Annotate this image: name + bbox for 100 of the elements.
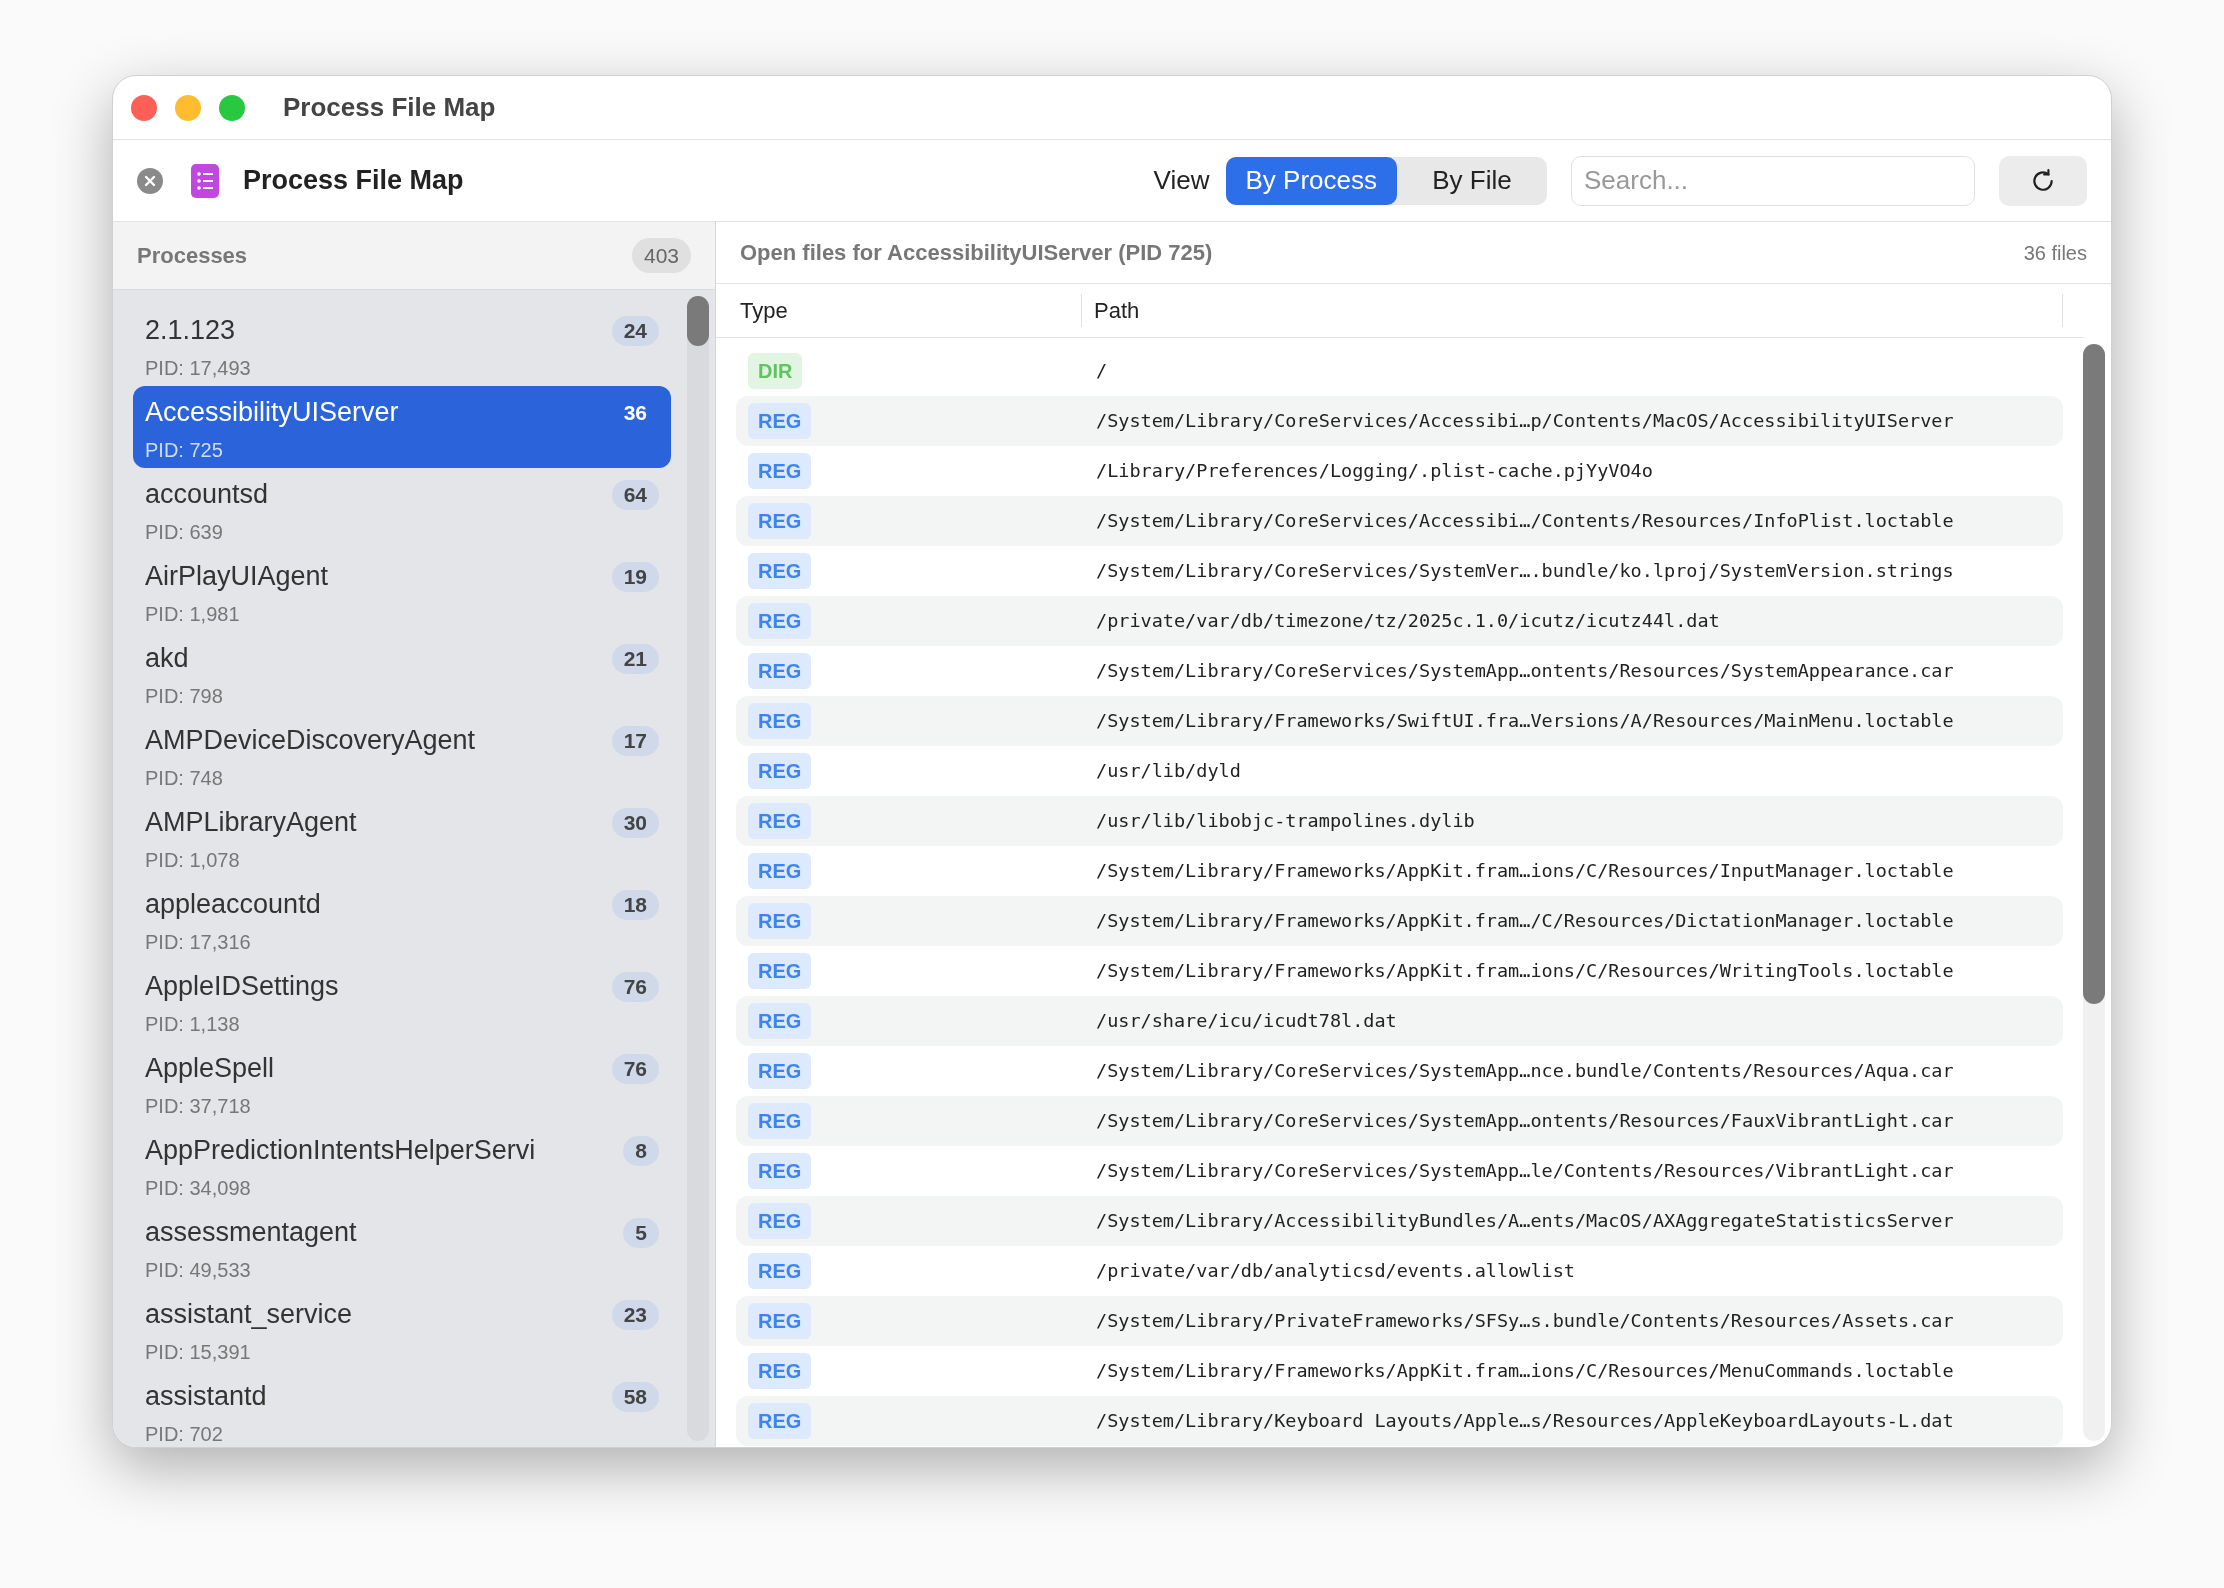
- process-pid: PID: 798: [145, 683, 224, 709]
- view-option[interactable]: By File: [1397, 156, 1547, 205]
- refresh-button[interactable]: [1999, 155, 2087, 206]
- search-field[interactable]: Search...: [1571, 155, 1975, 206]
- process-item[interactable]: 2.1.123 PID: 17,493 24: [133, 304, 671, 386]
- process-name: AMPDeviceDiscoveryAgent: [145, 724, 477, 757]
- file-row[interactable]: REG /System/Library/Frameworks/SwiftUI.fra…Versions/A/Resources/MainMenu.loctable: [736, 696, 2063, 746]
- file-row[interactable]: REG /System/Library/CoreServices/SystemApp…le/Contents/Resources/VibrantLight.car: [736, 1146, 2063, 1196]
- file-count: 76: [611, 1054, 659, 1084]
- file-row[interactable]: REG /System/Library/CoreServices/Accessibi…p/Contents/MacOS/AccessibilityUIServer: [736, 396, 2063, 446]
- type-badge: REG: [748, 1353, 812, 1389]
- process-pid: PID: 748: [145, 765, 224, 791]
- type-badge: REG: [748, 1103, 812, 1139]
- minimize-window-button[interactable]: [175, 94, 201, 121]
- file-count: 76: [611, 972, 659, 1002]
- column-header: Path: [1082, 294, 2063, 327]
- close-window-button[interactable]: [131, 94, 157, 121]
- process-item[interactable]: accountsd PID: 639 64: [133, 468, 671, 550]
- list-icon: [191, 163, 219, 198]
- process-name: akd: [145, 642, 190, 675]
- process-item[interactable]: appleaccountd PID: 17,316 18: [133, 878, 671, 960]
- file-row[interactable]: REG /System/Library/Frameworks/AppKit.fram…/C/Resources/DictationManager.loctable: [736, 896, 2063, 946]
- scrollbar-thumb[interactable]: [687, 296, 709, 346]
- process-item[interactable]: assistantd PID: 702 58: [133, 1370, 671, 1447]
- view-option[interactable]: By Process: [1225, 156, 1397, 205]
- file-row[interactable]: REG /System/Library/AccessibilityBundles/A…ents/MacOS/AXAggregateStatisticsServer: [736, 1196, 2063, 1246]
- type-badge: REG: [748, 453, 812, 489]
- file-path: /System/Library/Keyboard Layouts/Apple…s/Resources/AppleKeyboardLayouts-L.dat: [1095, 1409, 1954, 1434]
- process-pid: PID: 17,493: [145, 355, 252, 381]
- process-pid: PID: 1,138: [145, 1011, 241, 1037]
- file-row[interactable]: DIR /: [736, 346, 2063, 396]
- file-row[interactable]: REG /System/Library/Keyboard Layouts/Apple…s/Resources/AppleKeyboardLayouts-L.dat: [736, 1396, 2063, 1446]
- scrollbar-thumb[interactable]: [2083, 344, 2105, 1004]
- file-row[interactable]: REG /private/var/db/analyticsd/events.allowlist: [736, 1246, 2063, 1296]
- file-path: /: [1095, 359, 1108, 384]
- process-item[interactable]: AppleSpell PID: 37,718 76: [133, 1042, 671, 1124]
- process-pid: PID: 34,098: [145, 1175, 252, 1201]
- type-badge: REG: [748, 1153, 812, 1189]
- sidebar-title: Processes: [137, 242, 248, 270]
- process-item[interactable]: AccessibilityUIServer PID: 725 36: [133, 386, 671, 468]
- type-badge: REG: [748, 603, 812, 639]
- file-path: /private/var/db/analyticsd/events.allowlist: [1095, 1259, 1575, 1284]
- file-path: /System/Library/Frameworks/AppKit.fram…ions/C/Resources/MenuCommands.loctable: [1095, 1359, 1954, 1384]
- process-name: accountsd: [145, 478, 270, 511]
- type-badge: REG: [748, 953, 812, 989]
- file-row[interactable]: REG /usr/share/icu/icudt78l.dat: [736, 996, 2063, 1046]
- process-pid: PID: 37,718: [145, 1093, 252, 1119]
- file-row[interactable]: REG /System/Library/CoreServices/SystemApp…ontents/Resources/SystemAppearance.car: [736, 646, 2063, 696]
- process-item[interactable]: AMPLibraryAgent PID: 1,078 30: [133, 796, 671, 878]
- file-row[interactable]: REG /usr/lib/libobjc-trampolines.dylib: [736, 796, 2063, 846]
- type-badge: REG: [748, 753, 812, 789]
- file-row[interactable]: REG /System/Library/CoreServices/SystemVer….bundle/ko.lproj/SystemVersion.strings: [736, 546, 2063, 596]
- file-path: /System/Library/Frameworks/AppKit.fram…/C/Resources/DictationManager.loctable: [1095, 909, 1954, 934]
- process-name: appleaccountd: [145, 888, 322, 921]
- file-path: /System/Library/CoreServices/SystemVer….bundle/ko.lproj/SystemVersion.strings: [1095, 559, 1954, 584]
- file-path: /System/Library/PrivateFrameworks/SFSy…s.bundle/Contents/Resources/Assets.car: [1095, 1309, 1954, 1334]
- process-item[interactable]: assistant_service PID: 15,391 23: [133, 1288, 671, 1370]
- file-row[interactable]: REG /System/Library/CoreServices/Accessibi…/Contents/Resources/InfoPlist.loctable: [736, 496, 2063, 546]
- file-count: 36: [622, 400, 648, 427]
- file-path: /System/Library/Frameworks/AppKit.fram…ions/C/Resources/InputManager.loctable: [1095, 859, 1954, 884]
- file-row[interactable]: REG /System/Library/Frameworks/AppKit.fram…ions/C/Resources/WritingTools.loctable: [736, 946, 2063, 996]
- file-path: /System/Library/CoreServices/Accessibi…p/Contents/MacOS/AccessibilityUIServer: [1095, 409, 1954, 434]
- process-item[interactable]: assessmentagent PID: 49,533 5: [133, 1206, 671, 1288]
- process-item[interactable]: AMPDeviceDiscoveryAgent PID: 748 17: [133, 714, 671, 796]
- file-path: /Library/Preferences/Logging/.plist-cache.pjYyVO4o: [1095, 459, 1653, 484]
- file-path: /usr/lib/dyld: [1095, 759, 1241, 784]
- detail-title: Open files for AccessibilityUIServer (PID 725): [740, 239, 1213, 267]
- file-path: /usr/lib/libobjc-trampolines.dylib: [1095, 809, 1475, 834]
- process-pid: PID: 1,981: [145, 601, 241, 627]
- file-path: /private/var/db/timezone/tz/2025c.1.0/icutz/icutz44l.dat: [1095, 609, 1720, 634]
- process-item[interactable]: AirPlayUIAgent PID: 1,981 19: [133, 550, 671, 632]
- close-circle-icon[interactable]: [137, 167, 163, 194]
- file-row[interactable]: REG /System/Library/CoreServices/SystemApp…ontents/Resources/FauxVibrantLight.car: [736, 1096, 2063, 1146]
- type-badge: REG: [748, 803, 812, 839]
- file-count: 5: [623, 1218, 659, 1248]
- type-badge: REG: [748, 1003, 812, 1039]
- files-count: 36 files: [2023, 240, 2087, 266]
- file-row[interactable]: REG /System/Library/PrivateFrameworks/SFSy…s.bundle/Contents/Resources/Assets.car: [736, 1296, 2063, 1346]
- zoom-window-button[interactable]: [219, 94, 245, 121]
- file-count: 21: [611, 644, 659, 674]
- process-name: AppleSpell: [145, 1052, 276, 1085]
- process-name: 2.1.123: [145, 314, 237, 347]
- process-item[interactable]: akd PID: 798 21: [133, 632, 671, 714]
- process-item[interactable]: AppleIDSettings PID: 1,138 76: [133, 960, 671, 1042]
- type-badge: REG: [748, 1303, 812, 1339]
- file-row[interactable]: REG /usr/lib/dyld: [736, 746, 2063, 796]
- file-row[interactable]: REG /Library/Preferences/Logging/.plist-cache.pjYyVO4o: [736, 446, 2063, 496]
- file-row[interactable]: REG /System/Library/Frameworks/AppKit.fram…ions/C/Resources/MenuCommands.loctable: [736, 1346, 2063, 1396]
- process-name: AccessibilityUIServer: [145, 396, 400, 429]
- type-badge: REG: [748, 853, 812, 889]
- type-badge: REG: [748, 903, 812, 939]
- type-badge: DIR: [748, 353, 803, 389]
- process-name: AppleIDSettings: [145, 970, 340, 1003]
- file-row[interactable]: REG /System/Library/CoreServices/SystemApp…nce.bundle/Contents/Resources/Aqua.car: [736, 1046, 2063, 1096]
- type-badge: REG: [748, 1053, 812, 1089]
- file-path: /System/Library/Frameworks/AppKit.fram…ions/C/Resources/WritingTools.loctable: [1095, 959, 1954, 984]
- file-row[interactable]: REG /System/Library/Frameworks/AppKit.fram…ions/C/Resources/InputManager.loctable: [736, 846, 2063, 896]
- column-header: Type: [716, 294, 1082, 327]
- process-item[interactable]: AppPredictionIntentsHelperServi PID: 34,098 8: [133, 1124, 671, 1206]
- file-row[interactable]: REG /private/var/db/timezone/tz/2025c.1.0/icutz/icutz44l.dat: [736, 596, 2063, 646]
